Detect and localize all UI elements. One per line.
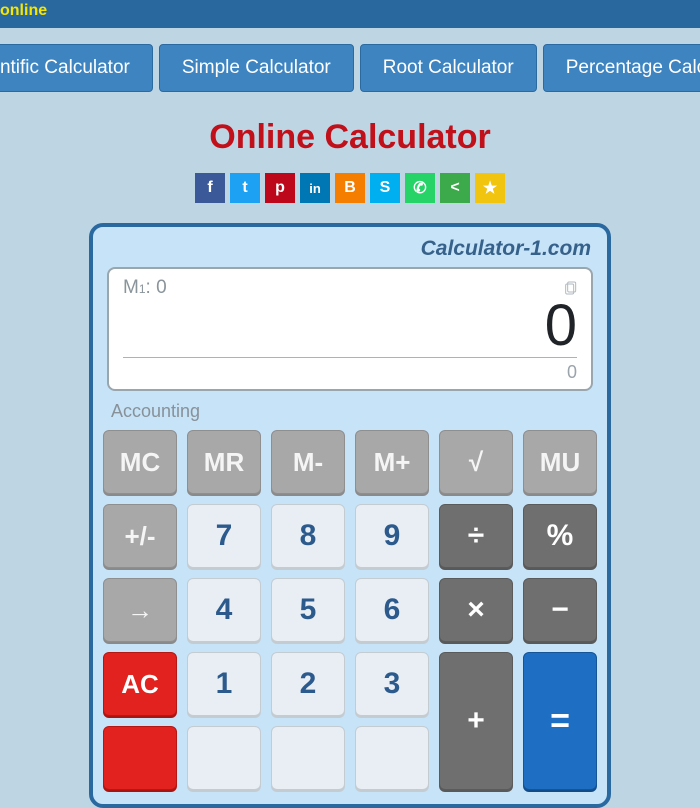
nav-scientific[interactable]: Scientific Calculator	[0, 44, 153, 92]
key-minus[interactable]: −	[523, 578, 597, 642]
share-linkedin-icon[interactable]: in	[300, 173, 330, 203]
key-sqrt[interactable]: √	[439, 430, 513, 494]
key-divide[interactable]: ÷	[439, 504, 513, 568]
brand: online	[0, 0, 57, 26]
key-m-plus[interactable]: M+	[355, 430, 429, 494]
social-share-row: f t p in B S ✆ < ★	[0, 173, 700, 203]
nav-root[interactable]: Root Calculator	[360, 44, 537, 92]
share-twitter-icon[interactable]: t	[230, 173, 260, 203]
share-generic-icon[interactable]: <	[440, 173, 470, 203]
key-equals[interactable]: =	[523, 652, 597, 790]
calculator: Calculator-1.com M1: 0 0 0 Accounting MC…	[89, 223, 611, 808]
nav-tabs: Scientific Calculator Simple Calculator …	[0, 40, 700, 96]
key-ac[interactable]: AC	[103, 652, 177, 716]
key-mc[interactable]: MC	[103, 430, 177, 494]
key-1[interactable]: 1	[187, 652, 261, 716]
share-skype-icon[interactable]: S	[370, 173, 400, 203]
key-4[interactable]: 4	[187, 578, 261, 642]
share-facebook-icon[interactable]: f	[195, 173, 225, 203]
brand-text: online	[0, 2, 47, 19]
key-0[interactable]	[187, 726, 261, 790]
key-c[interactable]	[103, 726, 177, 790]
key-7[interactable]: 7	[187, 504, 261, 568]
share-whatsapp-icon[interactable]: ✆	[405, 173, 435, 203]
key-00[interactable]	[271, 726, 345, 790]
calculator-display: M1: 0 0 0	[107, 267, 593, 391]
key-6[interactable]: 6	[355, 578, 429, 642]
memory-indicator: M1: 0	[123, 277, 577, 299]
display-sub: 0	[123, 362, 577, 383]
key-9[interactable]: 9	[355, 504, 429, 568]
calculator-brand: Calculator-1.com	[107, 235, 593, 267]
share-blogger-icon[interactable]: B	[335, 173, 365, 203]
key-plus[interactable]: +	[439, 652, 513, 790]
key-multiply[interactable]: ×	[439, 578, 513, 642]
key-percent[interactable]: %	[523, 504, 597, 568]
display-main: 0	[123, 297, 577, 358]
key-3[interactable]: 3	[355, 652, 429, 716]
page-title: Online Calculator	[0, 118, 700, 157]
key-5[interactable]: 5	[271, 578, 345, 642]
key-mr[interactable]: MR	[187, 430, 261, 494]
mode-label: Accounting	[111, 401, 591, 422]
share-pinterest-icon[interactable]: p	[265, 173, 295, 203]
key-sign[interactable]: +/-	[103, 504, 177, 568]
key-dot[interactable]	[355, 726, 429, 790]
top-bar: online	[0, 0, 700, 28]
share-favorite-icon[interactable]: ★	[475, 173, 505, 203]
key-2[interactable]: 2	[271, 652, 345, 716]
key-mu[interactable]: MU	[523, 430, 597, 494]
nav-percentage[interactable]: Percentage Calculator	[543, 44, 700, 92]
key-8[interactable]: 8	[271, 504, 345, 568]
nav-simple[interactable]: Simple Calculator	[159, 44, 354, 92]
copy-icon[interactable]	[563, 279, 579, 297]
key-m-minus[interactable]: M-	[271, 430, 345, 494]
keypad: MC MR M- M+ √ MU +/- 7 8 9 ÷ % → 4 5 6 ×…	[107, 430, 593, 790]
key-arrow[interactable]: →	[103, 578, 177, 642]
